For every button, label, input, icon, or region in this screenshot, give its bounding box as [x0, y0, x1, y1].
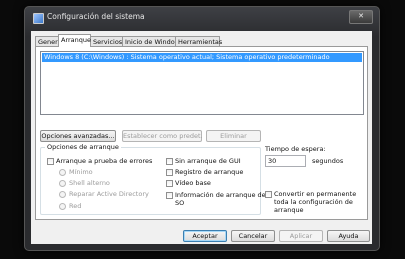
- no-gui-label[interactable]: Sin arranque de GUI: [175, 157, 241, 165]
- os-boot-info-label-line1[interactable]: Información de arranque del: [175, 191, 267, 199]
- make-permanent-label-line3[interactable]: arranque: [274, 206, 304, 214]
- timeout-label: Tiempo de espera:: [265, 145, 326, 153]
- safe-boot-label[interactable]: Arranque a prueba de errores: [56, 157, 152, 165]
- active-directory-label: Reparar Active Directory: [69, 190, 149, 198]
- base-video-checkbox[interactable]: [166, 180, 173, 187]
- tab-general[interactable]: General: [35, 36, 64, 46]
- advanced-options-button[interactable]: Opciones avanzadas...: [40, 130, 116, 142]
- base-video-label[interactable]: Vídeo base: [175, 179, 211, 187]
- make-permanent-label-line2[interactable]: toda la configuración de: [274, 198, 353, 206]
- boot-options-group: Opciones de arranque Arranque a prueba d…: [40, 143, 267, 215]
- boot-entry-selected[interactable]: Windows 8 (C:\Windows) : Sistema operati…: [42, 53, 362, 62]
- make-permanent-checkbox[interactable]: [265, 191, 272, 198]
- alternate-shell-label: Shell alterno: [69, 179, 110, 187]
- timeout-input[interactable]: 30: [265, 155, 306, 167]
- tab-startup[interactable]: Inicio de Windows: [122, 36, 183, 46]
- minimal-label: Mínimo: [69, 168, 93, 176]
- boot-log-checkbox[interactable]: [166, 169, 173, 176]
- window-title: Configuración del sistema: [47, 12, 145, 21]
- tab-services[interactable]: Servicios: [90, 36, 123, 46]
- active-directory-radio[interactable]: [59, 191, 66, 198]
- ok-button[interactable]: Aceptar: [183, 230, 227, 242]
- network-radio[interactable]: [59, 203, 66, 210]
- msconfig-icon: [33, 13, 44, 24]
- tab-boot[interactable]: Arranque: [58, 34, 91, 47]
- no-gui-checkbox[interactable]: [166, 158, 173, 165]
- boot-options-legend: Opciones de arranque: [45, 143, 121, 151]
- alternate-shell-radio[interactable]: [59, 180, 66, 187]
- network-label: Red: [69, 202, 82, 210]
- system-config-window: Configuración del sistema ✕ General Arra…: [24, 6, 380, 251]
- close-icon: ✕: [358, 12, 364, 20]
- apply-button[interactable]: Aplicar: [279, 230, 323, 242]
- os-boot-info-checkbox[interactable]: [166, 192, 173, 199]
- make-permanent-label-line1[interactable]: Convertir en permanente: [274, 190, 356, 198]
- boot-log-label[interactable]: Registro de arranque: [175, 168, 243, 176]
- minimal-radio[interactable]: [59, 169, 66, 176]
- boot-tab-panel: Windows 8 (C:\Windows) : Sistema operati…: [35, 46, 368, 220]
- safe-boot-checkbox[interactable]: [47, 158, 54, 165]
- dialog-client-area: General Arranque Servicios Inicio de Win…: [31, 31, 372, 244]
- help-button[interactable]: Ayuda: [327, 230, 370, 242]
- title-bar[interactable]: Configuración del sistema ✕: [25, 7, 379, 29]
- delete-button[interactable]: Eliminar: [206, 130, 261, 142]
- tab-tools[interactable]: Herramientas: [175, 36, 222, 46]
- timeout-unit: segundos: [312, 157, 344, 165]
- os-boot-info-label-line2[interactable]: SO: [175, 199, 184, 207]
- set-default-button[interactable]: Establecer como predet.: [122, 130, 203, 142]
- boot-entries-list[interactable]: Windows 8 (C:\Windows) : Sistema operati…: [40, 51, 364, 115]
- close-button[interactable]: ✕: [349, 10, 373, 24]
- cancel-button[interactable]: Cancelar: [231, 230, 275, 242]
